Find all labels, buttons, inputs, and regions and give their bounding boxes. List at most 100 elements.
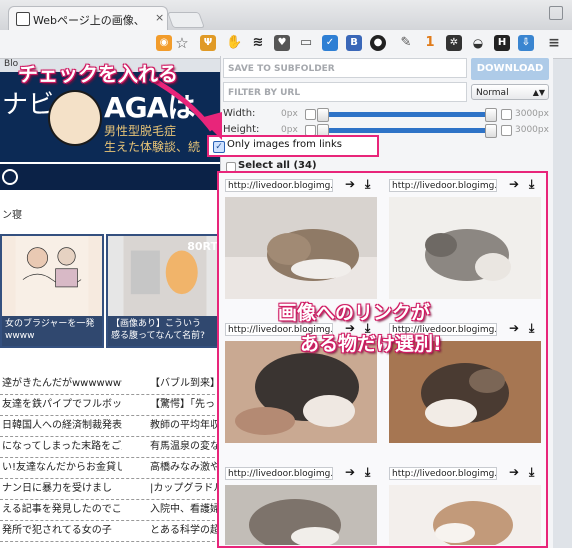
list-item-right[interactable]: 入院中、看護婦: [150, 500, 220, 520]
open-image-icon[interactable]: ➔: [345, 177, 355, 191]
height-max-checkbox[interactable]: [501, 125, 512, 136]
list-item[interactable]: 友達を鉄パイプでフルボッコ 【驚愕】「先っ: [0, 395, 220, 416]
search-icon[interactable]: [2, 169, 18, 185]
list-item-left[interactable]: 日韓国人への経済制裁発表: [2, 416, 122, 436]
download-button[interactable]: DOWNLOAD: [471, 58, 549, 80]
width-label: Width:: [223, 108, 256, 119]
counter-extension-icon[interactable]: 1: [422, 35, 438, 51]
width-slider[interactable]: [319, 112, 491, 117]
cat-photo-image: [389, 341, 541, 443]
only-links-option[interactable]: ✓ Only images from links: [207, 135, 379, 157]
download-extension-icon[interactable]: ⇩: [518, 35, 534, 51]
site-logo-text: ナビ: [2, 90, 55, 120]
open-image-icon[interactable]: ➔: [509, 177, 519, 191]
bookmark-item[interactable]: Blo: [4, 59, 18, 69]
rss-icon[interactable]: ◉: [156, 35, 172, 51]
open-image-icon[interactable]: ➔: [509, 465, 519, 479]
chat-extension-icon[interactable]: ▭: [298, 35, 314, 51]
cat-photo-image: [225, 485, 377, 545]
list-item[interactable]: 日韓国人への経済制裁発表 教師の平均年収: [0, 416, 220, 437]
height-max-handle[interactable]: [485, 124, 497, 138]
image-url-field[interactable]: http://livedoor.blogimg.jp: [389, 179, 497, 192]
hatena-extension-icon[interactable]: B: [346, 35, 362, 51]
tools-extension-icon[interactable]: Ψ: [200, 35, 216, 51]
cat-photo[interactable]: [225, 341, 377, 443]
list-item-right[interactable]: 有馬温泉の変な: [150, 437, 220, 457]
thumbnail-caption: 【画像あり】こういう 感る腹ってなんて名前?: [108, 316, 222, 346]
list-item-left[interactable]: える記事を発見したのでここ: [2, 500, 122, 520]
tab-title: Webページ上の画像、リンク: [33, 14, 143, 27]
open-image-icon[interactable]: ➔: [345, 465, 355, 479]
download-image-icon[interactable]: ⤓: [529, 177, 534, 192]
h-extension-icon[interactable]: H: [494, 35, 510, 51]
menu-icon[interactable]: ≡: [546, 35, 562, 51]
list-item-left[interactable]: になってしまった末路をご覧: [2, 437, 122, 457]
list-item-left[interactable]: 逹がきたんだがwwwwwww: [2, 374, 122, 394]
width-max-checkbox[interactable]: [501, 109, 512, 120]
ad-headline: AGAは: [104, 91, 195, 124]
browser-tab[interactable]: Webページ上の画像、リンク ×: [8, 6, 168, 31]
image-url-field[interactable]: http://livedoor.blogimg.jp: [225, 467, 333, 480]
width-min-checkbox[interactable]: [305, 109, 316, 120]
list-item-left[interactable]: 友達を鉄パイプでフルボッコ: [2, 395, 122, 415]
list-item-right[interactable]: 【驚愕】「先っ: [150, 395, 220, 415]
article-thumbnail-2[interactable]: 80RT 【画像あり】こういう 感る腹ってなんて名前?: [106, 234, 224, 348]
download-image-icon[interactable]: ⤓: [365, 465, 370, 480]
web-page: ナビ AGAは 男性型脱毛症 生えた体験談、続 ン寝 女のブラジャーを一発 www…: [0, 72, 224, 548]
list-item-left[interactable]: 発所で犯されてる女の子: [2, 521, 122, 541]
open-image-icon[interactable]: ➔: [509, 321, 519, 335]
select-caret-icon: ▲▼: [532, 88, 545, 97]
cat-photo[interactable]: [225, 197, 377, 299]
cat-photo[interactable]: [225, 485, 377, 545]
list-item[interactable]: える記事を発見したのでここ 入院中、看護婦: [0, 500, 220, 521]
cat-photo[interactable]: [389, 485, 541, 545]
check-extension-icon[interactable]: ✓: [322, 35, 338, 51]
height-label: Height:: [223, 124, 260, 135]
download-image-icon[interactable]: ⤓: [529, 465, 534, 480]
color-extension-icon[interactable]: ●: [370, 35, 386, 51]
mask-extension-icon[interactable]: ◒: [470, 35, 486, 51]
article-thumbnail-1[interactable]: 女のブラジャーを一発 wwww: [0, 234, 104, 348]
height-min-value: 0px: [281, 125, 298, 135]
list-item[interactable]: ナン日に暴力を受けまし |カップグラドル: [0, 479, 220, 500]
filter-url-input[interactable]: FILTER BY URL: [223, 82, 467, 102]
list-item-right[interactable]: とある科学の超: [150, 521, 220, 541]
list-item-right[interactable]: |カップグラドル: [150, 479, 220, 499]
tab-close-icon[interactable]: ×: [155, 11, 164, 24]
layers-extension-icon[interactable]: ≋: [250, 35, 266, 51]
cat-photo[interactable]: [389, 341, 541, 443]
subfolder-input[interactable]: SAVE TO SUBFOLDER: [223, 58, 467, 78]
manga-illustration: [15, 236, 89, 316]
wrench-extension-icon[interactable]: ✎: [398, 35, 414, 51]
list-item[interactable]: 発所で犯されてる女の子 とある科学の超: [0, 521, 220, 542]
cat-photo[interactable]: [389, 197, 541, 299]
width-min-handle[interactable]: [317, 108, 329, 122]
list-item-left[interactable]: ナン日に暴力を受けまし: [2, 479, 122, 499]
list-item[interactable]: い!友達なんだからお金貸し 高橋みなみ激や: [0, 458, 220, 479]
width-max-value: 3000px: [515, 109, 549, 119]
bookmark-star-icon[interactable]: ☆: [174, 35, 190, 51]
cat-photo-image: [389, 485, 541, 545]
window-resize-icon[interactable]: [549, 6, 563, 20]
only-links-label: Only images from links: [227, 139, 342, 150]
thumbnail-caption: 女のブラジャーを一発 wwww: [2, 316, 102, 346]
new-tab-button[interactable]: [167, 12, 205, 28]
gear-extension-icon[interactable]: ✲: [446, 35, 462, 51]
pocket-extension-icon[interactable]: ♥: [274, 35, 290, 51]
download-image-icon[interactable]: ⤓: [365, 177, 370, 192]
image-url-field[interactable]: http://livedoor.blogimg.jp: [225, 179, 333, 192]
height-slider[interactable]: [319, 128, 491, 133]
list-item-left[interactable]: い!友達なんだからお金貸し: [2, 458, 122, 478]
list-item[interactable]: になってしまった末路をご覧 有馬温泉の変な: [0, 437, 220, 458]
only-links-checkbox[interactable]: ✓: [213, 141, 225, 153]
list-item-right[interactable]: 【バブル到来】: [150, 374, 220, 394]
list-item[interactable]: 逹がきたんだがwwwwwww 【バブル到来】: [0, 374, 220, 395]
cat-photo-image: [389, 197, 541, 299]
image-url-field[interactable]: http://livedoor.blogimg.jp: [389, 467, 497, 480]
hand-extension-icon[interactable]: ✋: [226, 35, 242, 51]
filter-mode-select[interactable]: Normal ▲▼: [471, 84, 549, 100]
download-image-icon[interactable]: ⤓: [529, 321, 534, 336]
list-item-right[interactable]: 教師の平均年収: [150, 416, 220, 436]
width-max-handle[interactable]: [485, 108, 497, 122]
list-item-right[interactable]: 高橋みなみ激や: [150, 458, 220, 478]
